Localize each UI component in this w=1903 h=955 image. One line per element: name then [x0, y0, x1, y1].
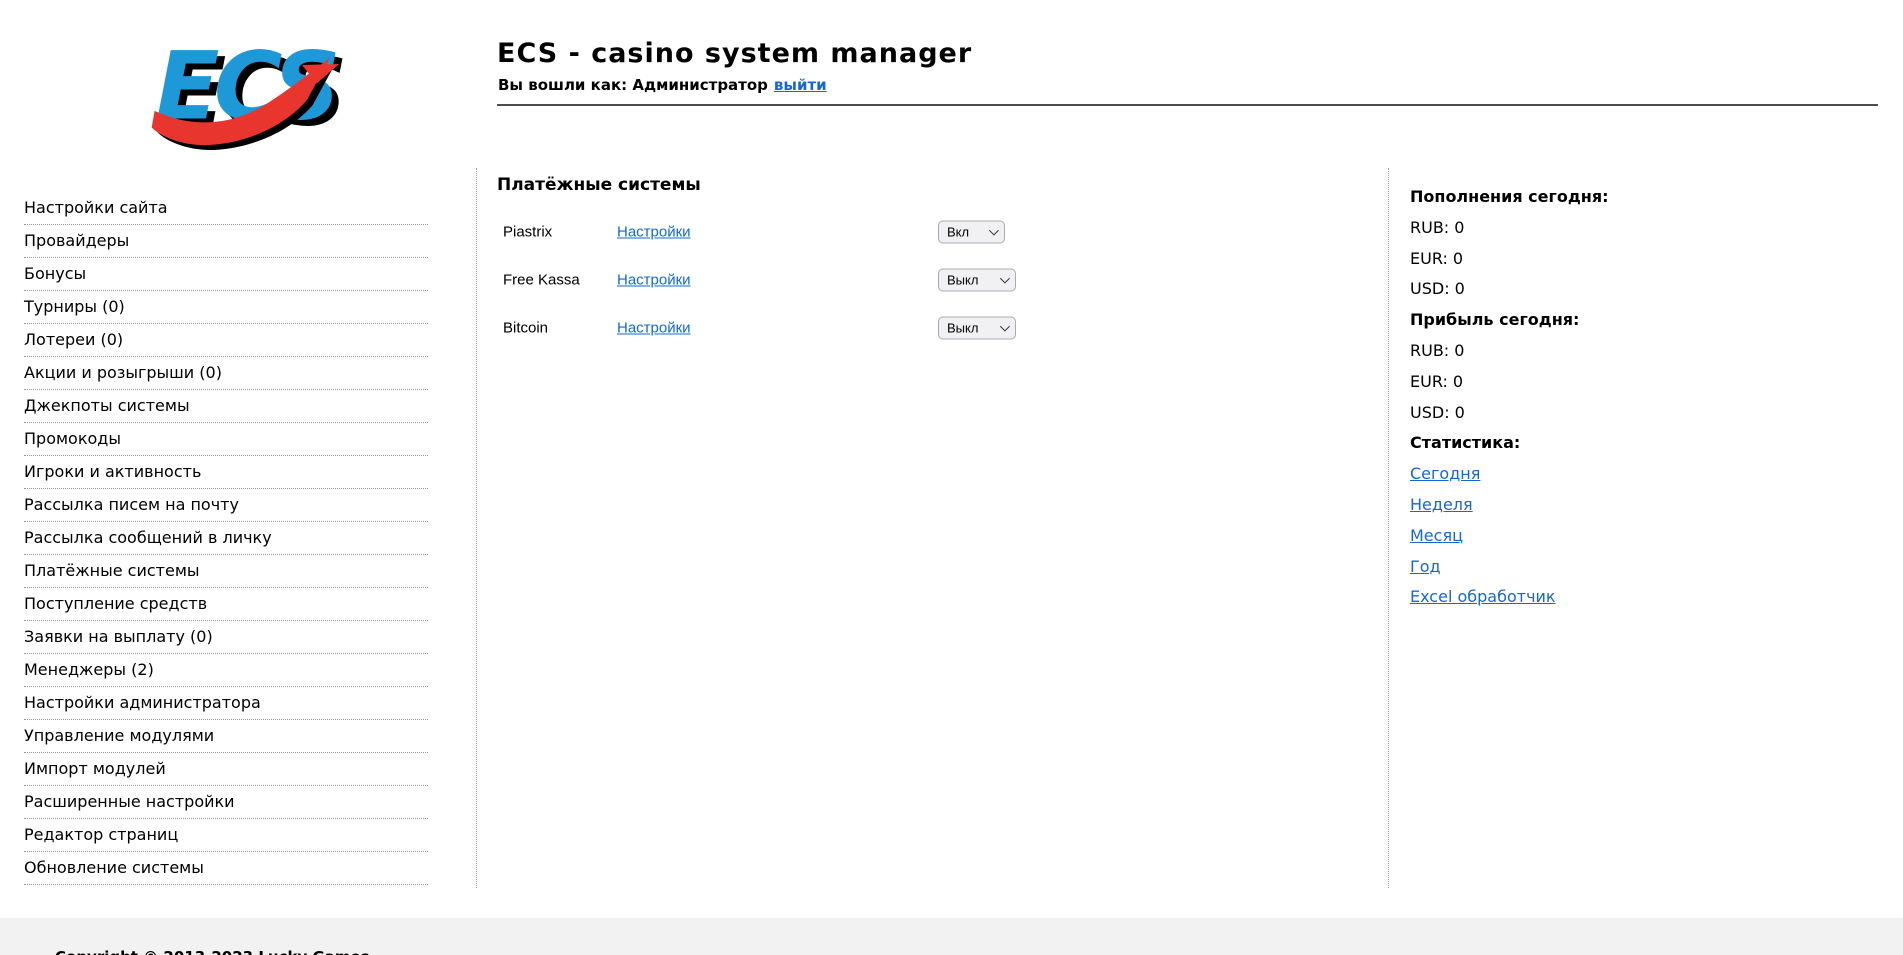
piastrix-state-select-wrap: Вкл	[938, 220, 1005, 244]
deposits-usd: USD: 0	[1410, 279, 1465, 299]
payment-systems-list: Piastrix Настройки Вкл Free Kassa Настро…	[497, 208, 1357, 352]
sidebar-item-tournaments[interactable]: Турниры (0)	[24, 291, 428, 324]
sidebar-item-advanced-settings[interactable]: Расширенные настройки	[24, 786, 428, 819]
sidebar-item-pm-mailing[interactable]: Рассылка сообщений в личку	[24, 522, 428, 555]
deposits-eur: EUR: 0	[1410, 248, 1464, 268]
statistics-heading: Статистика:	[1410, 433, 1521, 453]
piastrix-state-select[interactable]: Вкл	[938, 220, 1005, 244]
free-kassa-settings-link[interactable]: Настройки	[617, 272, 691, 289]
profit-rub: RUB: 0	[1410, 340, 1465, 360]
ecs-logo: ECS ECS	[151, 33, 343, 151]
login-prefix: Вы вошли как: Администратор	[498, 76, 768, 94]
profit-usd: USD: 0	[1410, 402, 1465, 422]
profit-today-heading: Прибыль сегодня:	[1410, 310, 1580, 330]
sidebar-item-payout-requests[interactable]: Заявки на выплату (0)	[24, 621, 428, 654]
piastrix-settings-link[interactable]: Настройки	[617, 224, 691, 241]
deposits-today-heading: Пополнения сегодня:	[1410, 187, 1609, 206]
sidebar-item-system-update[interactable]: Обновление системы	[24, 852, 428, 885]
sidebar-item-admin-settings[interactable]: Настройки администратора	[24, 687, 428, 720]
separator-main-stats	[1388, 168, 1389, 888]
admin-page: ECS ECS ECS - casino system manager Вы в…	[0, 0, 1903, 955]
bitcoin-state-select-wrap: Выкл	[938, 316, 1016, 340]
sidebar-item-bonuses[interactable]: Бонусы	[24, 258, 428, 291]
deposits-rub: RUB: 0	[1410, 217, 1465, 237]
separator-sidebar-main	[476, 168, 477, 888]
sidebar-nav: Настройки сайта Провайдеры Бонусы Турнир…	[24, 192, 428, 885]
sidebar-item-site-settings[interactable]: Настройки сайта	[24, 192, 428, 225]
header-divider	[497, 104, 1878, 106]
sidebar-item-managers[interactable]: Менеджеры (2)	[24, 654, 428, 687]
stats-panel: Пополнения сегодня: RUB: 0 EUR: 0 USD: 0…	[1410, 182, 1810, 613]
profit-eur: EUR: 0	[1410, 371, 1464, 391]
sidebar-item-module-management[interactable]: Управление модулями	[24, 720, 428, 753]
sidebar-item-email-mailing[interactable]: Рассылка писем на почту	[24, 489, 428, 522]
sidebar-item-jackpots[interactable]: Джекпоты системы	[24, 390, 428, 423]
bitcoin-settings-link[interactable]: Настройки	[617, 320, 691, 337]
payment-systems-heading: Платёжные системы	[497, 175, 701, 195]
sidebar-item-lotteries[interactable]: Лотереи (0)	[24, 324, 428, 357]
copyright-text: Copyright © 2013-2023 Lucky Games	[55, 948, 370, 955]
sidebar-item-promotions[interactable]: Акции и розыгрыши (0)	[24, 357, 428, 390]
payment-name: Piastrix	[503, 223, 553, 241]
free-kassa-state-select-wrap: Выкл	[938, 268, 1016, 292]
payment-name: Free Kassa	[503, 271, 580, 289]
sidebar-item-providers[interactable]: Провайдеры	[24, 225, 428, 258]
sidebar-item-incoming-funds[interactable]: Поступление средств	[24, 588, 428, 621]
stats-week-link[interactable]: Неделя	[1410, 495, 1473, 514]
stats-month-link[interactable]: Месяц	[1410, 526, 1463, 545]
payment-name: Bitcoin	[503, 319, 549, 337]
page-title: ECS - casino system manager	[497, 38, 973, 69]
stats-today-link[interactable]: Сегодня	[1410, 464, 1480, 483]
sidebar-item-promocodes[interactable]: Промокоды	[24, 423, 428, 456]
sidebar-item-payment-systems[interactable]: Платёжные системы	[24, 555, 428, 588]
footer: Copyright © 2013-2023 Lucky Games	[0, 918, 1903, 955]
sidebar-item-module-import[interactable]: Импорт модулей	[24, 753, 428, 786]
bitcoin-state-select[interactable]: Выкл	[938, 316, 1016, 340]
payment-row-piastrix: Piastrix Настройки Вкл	[497, 208, 1357, 256]
sidebar-item-page-editor[interactable]: Редактор страниц	[24, 819, 428, 852]
sidebar-item-players-activity[interactable]: Игроки и активность	[24, 456, 428, 489]
payment-row-free-kassa: Free Kassa Настройки Выкл	[497, 256, 1357, 304]
login-status: Вы вошли как: Администратор выйти	[498, 76, 827, 94]
payment-row-bitcoin: Bitcoin Настройки Выкл	[497, 304, 1357, 352]
stats-year-link[interactable]: Год	[1410, 557, 1441, 576]
logout-link[interactable]: выйти	[774, 76, 827, 94]
free-kassa-state-select[interactable]: Выкл	[938, 268, 1016, 292]
excel-handler-link[interactable]: Excel обработчик	[1410, 587, 1556, 606]
